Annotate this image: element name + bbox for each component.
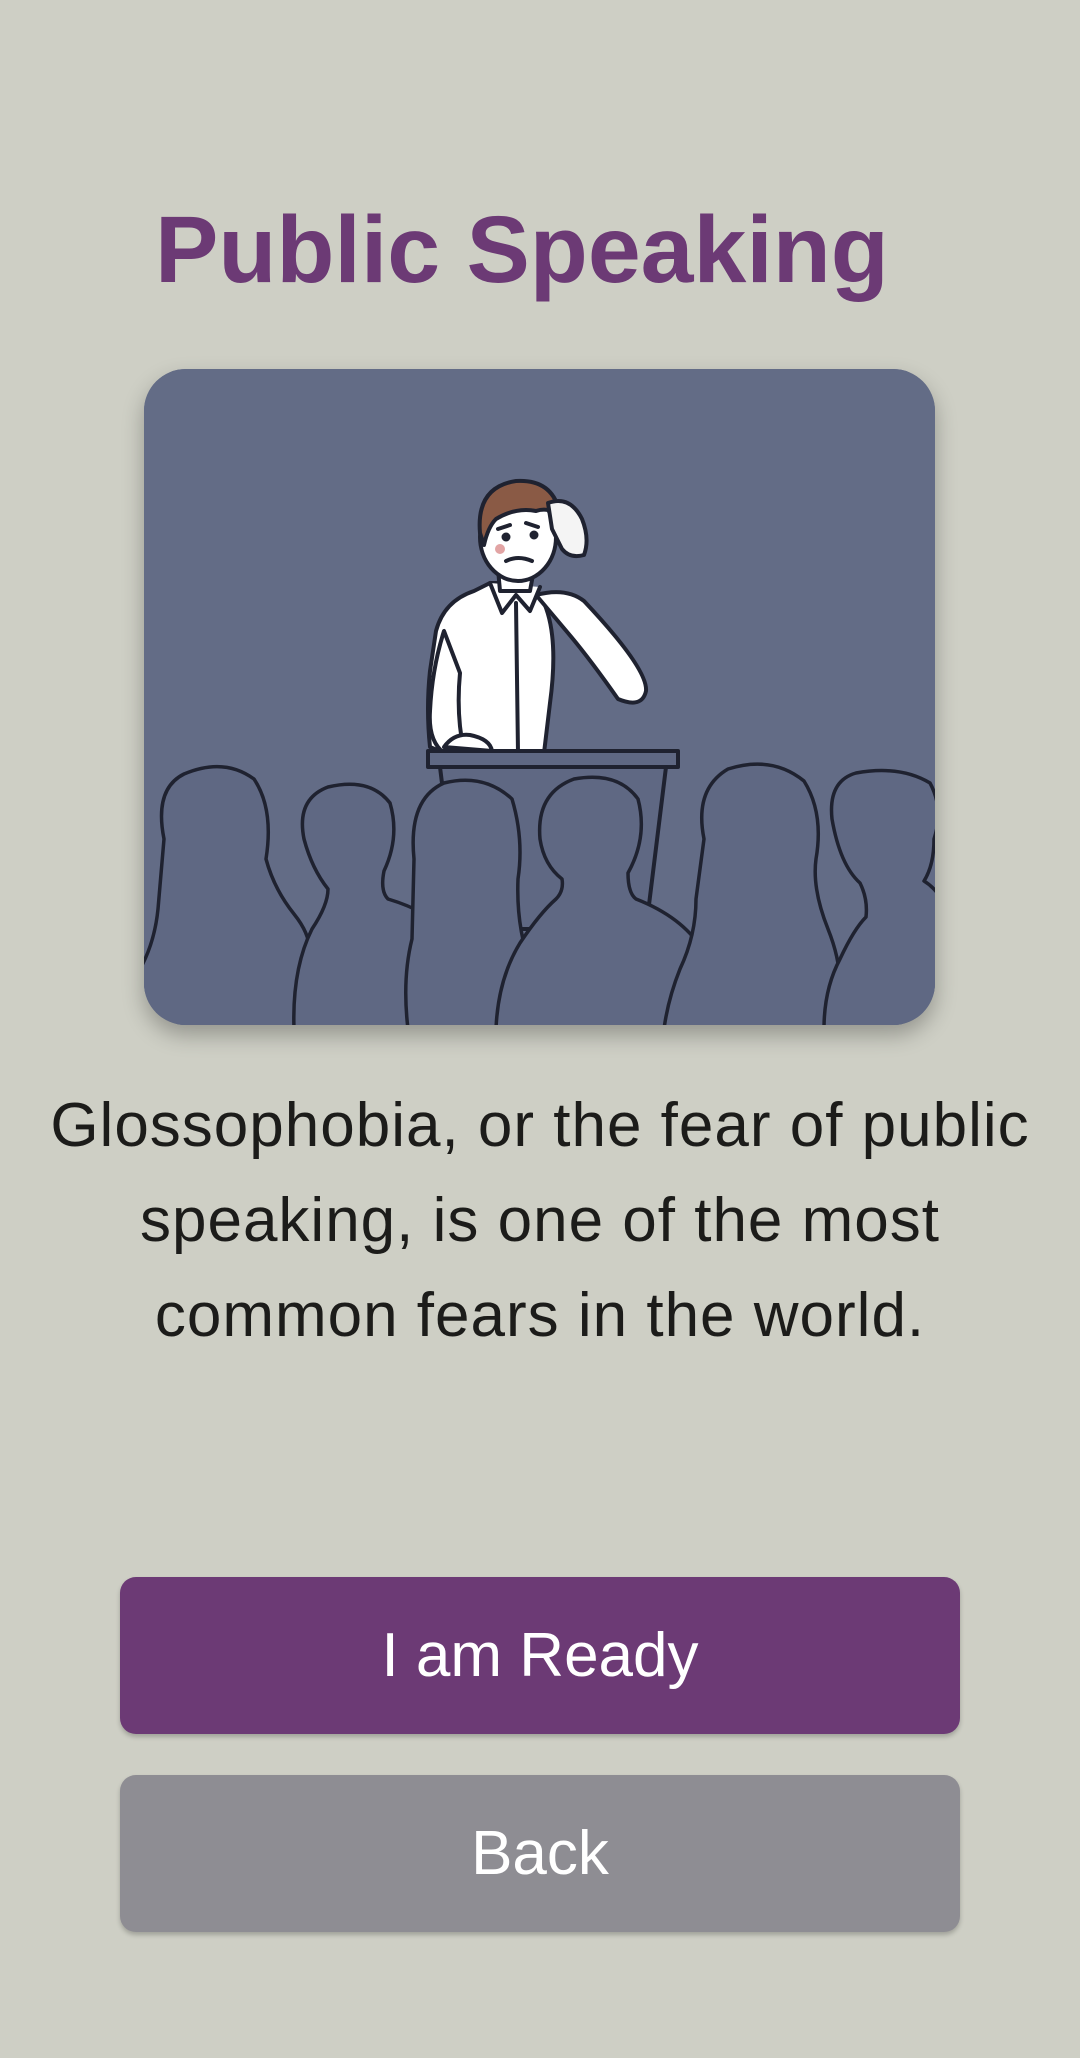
ready-button[interactable]: I am Ready	[120, 1577, 960, 1734]
page-title: Public Speaking	[155, 197, 889, 303]
speaker-illustration	[144, 369, 935, 1025]
description-text: Glossophobia, or the fear of public spea…	[50, 1091, 1030, 1350]
ready-button-label: I am Ready	[381, 1621, 699, 1690]
back-button[interactable]: Back	[120, 1775, 960, 1932]
back-button-label: Back	[471, 1819, 609, 1888]
speaker-illustration-art	[144, 369, 935, 1025]
